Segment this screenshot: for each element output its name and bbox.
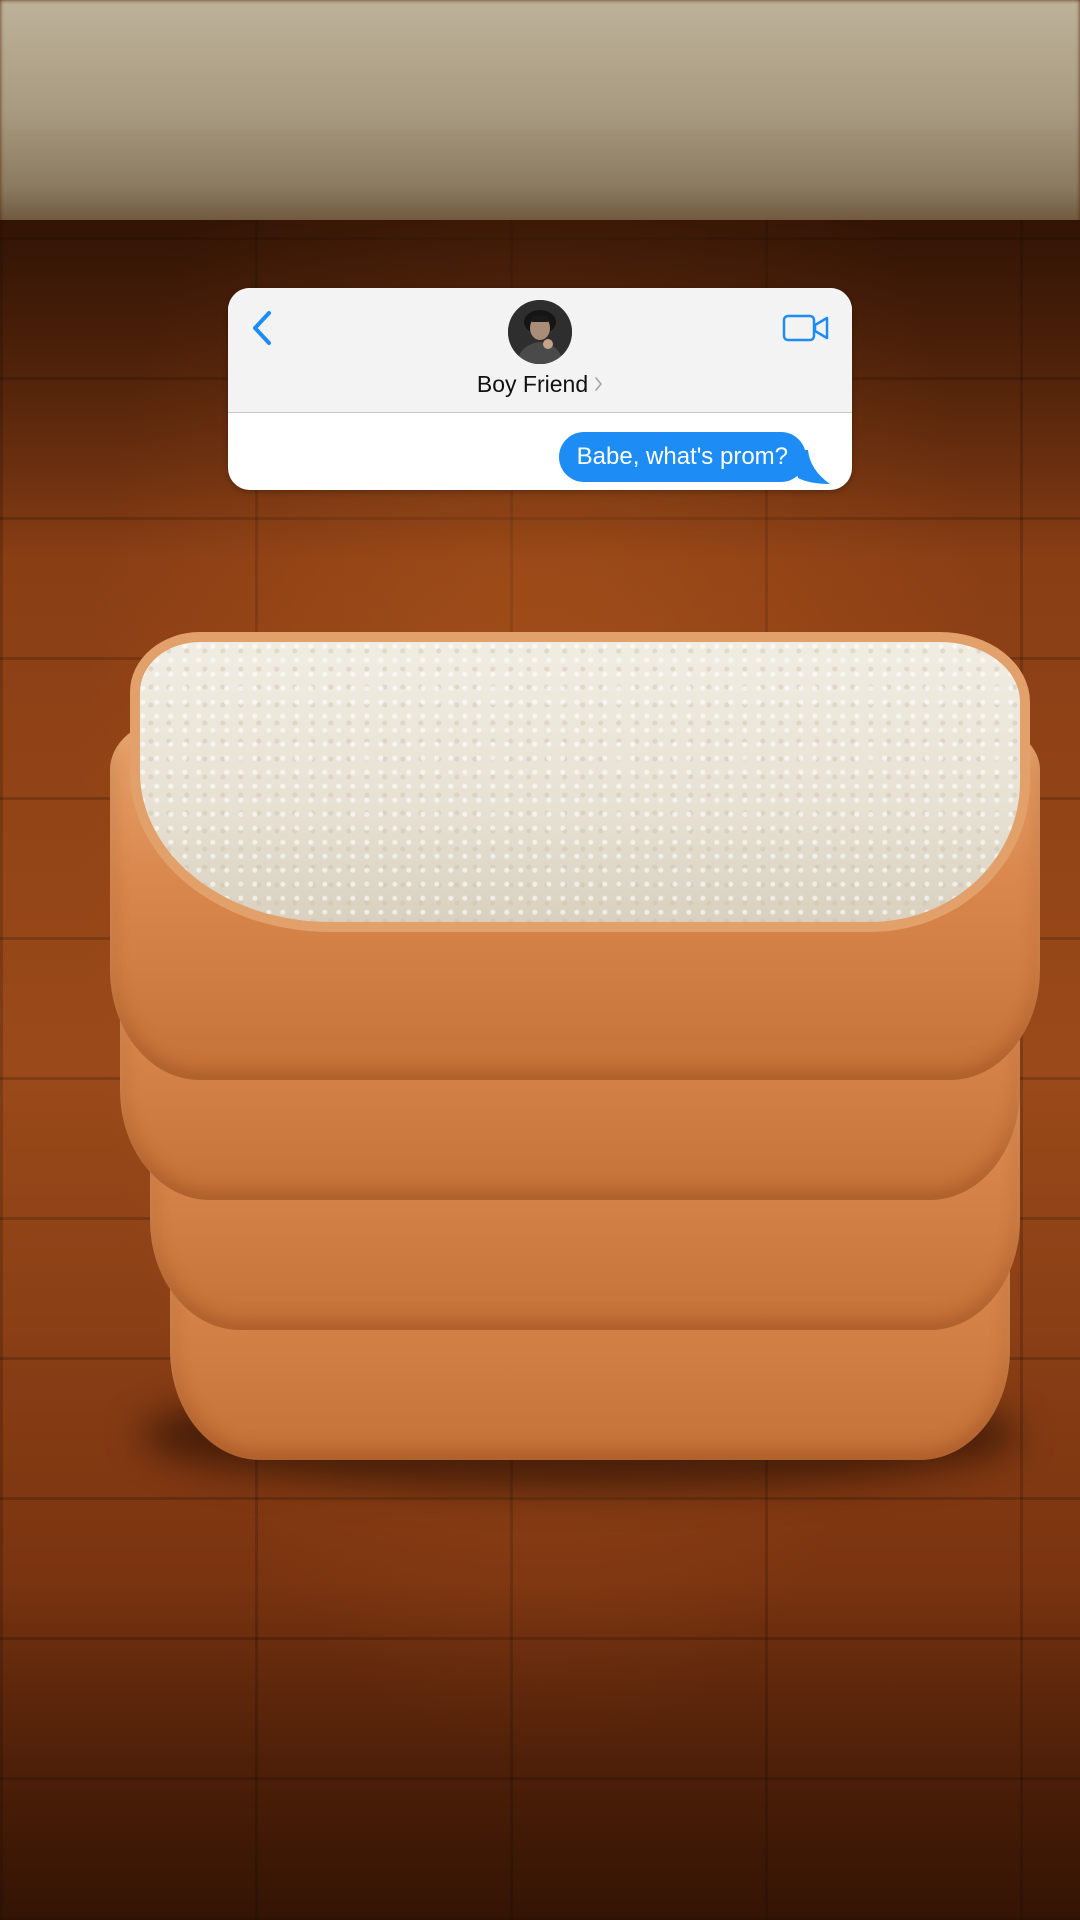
contact-name: Boy Friend xyxy=(476,371,589,397)
message-card: Boy Friend Babe, what's prom? xyxy=(228,288,852,490)
sent-message-bubble[interactable]: Babe, what's prom? xyxy=(558,432,806,482)
person-avatar-icon xyxy=(508,300,572,364)
conversation-header: Boy Friend xyxy=(228,288,852,413)
chevron-right-icon xyxy=(594,376,603,392)
contact-avatar[interactable] xyxy=(508,300,572,364)
back-button[interactable] xyxy=(242,306,282,350)
chevron-left-icon xyxy=(253,311,271,345)
background-wall xyxy=(0,0,1080,250)
bread-top-crumb xyxy=(130,632,1030,932)
video-camera-icon xyxy=(782,314,829,342)
background-photo: Boy Friend Babe, what's prom? xyxy=(0,0,1080,1920)
video-call-button[interactable] xyxy=(780,308,832,348)
contact-name-button[interactable]: Boy Friend xyxy=(228,368,852,400)
